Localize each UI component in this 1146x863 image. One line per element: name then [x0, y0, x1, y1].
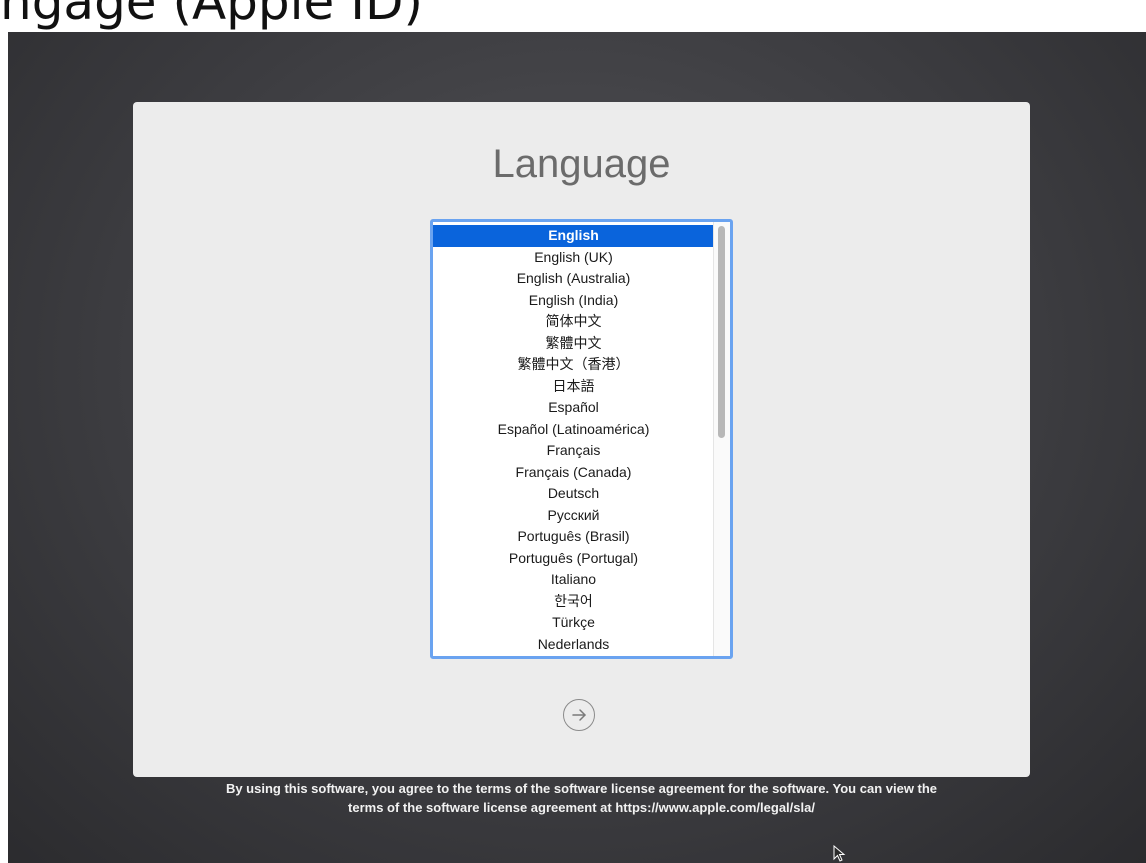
license-line-1: By using this software, you agree to the… [225, 781, 938, 796]
mouse-pointer-icon [833, 845, 846, 862]
language-list-items: English English (UK) English (Australia) En… [433, 225, 714, 655]
language-option[interactable]: 繁體中文 [433, 333, 714, 355]
language-option[interactable]: 繁體中文（香港） [433, 354, 714, 376]
language-option[interactable]: Français (Canada) [433, 462, 714, 484]
language-list[interactable]: English English (UK) English (Australia) En… [430, 219, 733, 659]
language-option[interactable]: Português (Portugal) [433, 548, 714, 570]
language-option[interactable]: Español (Latinoamérica) [433, 419, 714, 441]
language-option[interactable]: Nederlands [433, 634, 714, 656]
language-option[interactable]: Español [433, 397, 714, 419]
language-option[interactable]: Français [433, 440, 714, 462]
language-option[interactable]: English (UK) [433, 247, 714, 269]
continue-button[interactable] [563, 699, 595, 731]
language-option[interactable]: Русский [433, 505, 714, 527]
left-edge-strip [0, 32, 8, 863]
language-option[interactable]: 简体中文 [433, 311, 714, 333]
language-option[interactable]: Italiano [433, 569, 714, 591]
top-caption-banner: ngage (Apple ID) [0, 0, 1146, 32]
page-title: Language [492, 142, 671, 186]
language-option[interactable]: Türkçe [433, 612, 714, 634]
license-notice: By using this software, you agree to the… [133, 779, 1030, 817]
language-option[interactable]: 日本語 [433, 376, 714, 398]
language-panel: Language English English (UK) English (Aus… [133, 102, 1030, 777]
language-option[interactable]: English (India) [433, 290, 714, 312]
language-option[interactable]: English [433, 225, 714, 247]
scrollbar-thumb[interactable] [718, 226, 725, 438]
scrollbar-track[interactable] [713, 222, 730, 656]
license-line-2: terms of the software license agreement … [348, 800, 815, 815]
language-option[interactable]: Deutsch [433, 483, 714, 505]
arrow-right-circle-icon [572, 709, 586, 721]
top-caption-text: ngage (Apple ID) [0, 0, 423, 31]
language-option[interactable]: English (Australia) [433, 268, 714, 290]
language-option[interactable]: Português (Brasil) [433, 526, 714, 548]
language-option[interactable]: 한국어 [433, 591, 714, 613]
